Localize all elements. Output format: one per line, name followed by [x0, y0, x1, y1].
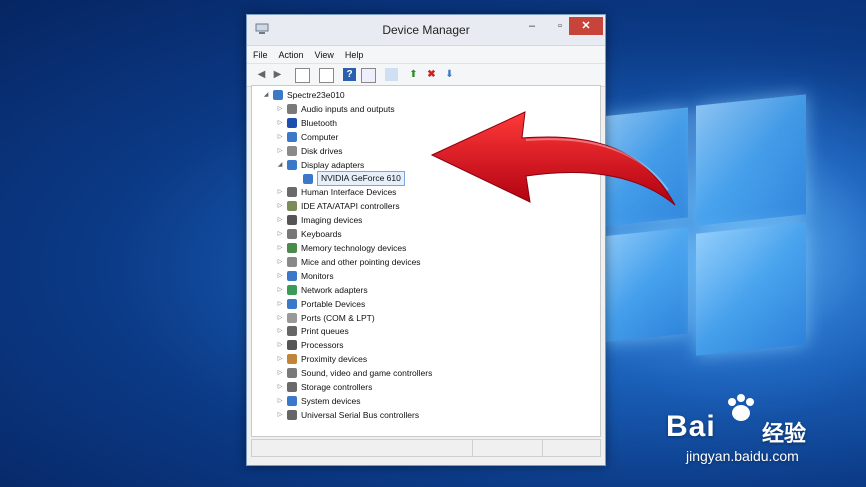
- update-driver-icon[interactable]: [319, 68, 334, 83]
- tree-item-label: Proximity devices: [301, 354, 368, 365]
- toolbar: ◀ ▶ ? ⬆ ✖ ⬇: [247, 64, 605, 87]
- device-category-icon: [287, 201, 297, 212]
- device-category-icon: [287, 131, 297, 142]
- enable-device-icon[interactable]: ⬇: [443, 68, 456, 81]
- expand-icon[interactable]: ▷: [276, 185, 284, 199]
- expand-icon[interactable]: ▷: [276, 338, 284, 352]
- show-hidden-icon[interactable]: [361, 68, 376, 83]
- forward-icon[interactable]: ▶: [271, 68, 284, 81]
- tree-item-label: Human Interface Devices: [301, 187, 397, 198]
- watermark-brand-cn: 经验: [762, 421, 807, 446]
- device-category-icon: [287, 326, 297, 337]
- back-icon[interactable]: ◀: [255, 68, 268, 81]
- expand-icon[interactable]: ▷: [276, 380, 284, 394]
- watermark-brand: Bai: [666, 410, 716, 443]
- minimize-button[interactable]: –: [519, 17, 545, 35]
- tree-item-label: Memory technology devices: [301, 243, 407, 253]
- properties-icon[interactable]: [295, 68, 310, 83]
- collapse-icon[interactable]: ◢: [262, 88, 270, 102]
- device-category-icon: [287, 187, 297, 198]
- status-bar: [251, 439, 601, 457]
- tree-item-label: Ports (COM & LPT): [301, 312, 375, 323]
- device-category-icon: [287, 340, 297, 351]
- tree-item-label: NVIDIA GeForce 610: [317, 170, 405, 186]
- device-category-icon: [287, 104, 297, 114]
- tree-item-label: Display adapters: [301, 159, 365, 170]
- expand-icon[interactable]: ▷: [276, 297, 284, 311]
- tree-item-label: Print queues: [301, 326, 349, 337]
- device-category-icon: [287, 159, 297, 170]
- tree-item-label: Computer: [301, 131, 339, 142]
- expand-icon[interactable]: ▷: [276, 352, 284, 366]
- menu-file[interactable]: File: [253, 50, 268, 60]
- expand-icon[interactable]: ▷: [276, 227, 284, 241]
- tree-item-label: Audio inputs and outputs: [301, 104, 395, 114]
- device-category-icon: [287, 256, 297, 267]
- tree-item-label: Sound, video and game controllers: [301, 368, 433, 379]
- device-category-icon: [287, 270, 297, 281]
- device-manager-window: Device Manager – ▫ ✕ File Action View He…: [246, 14, 606, 466]
- menu-help[interactable]: Help: [345, 50, 364, 60]
- expand-icon[interactable]: ▷: [276, 102, 284, 116]
- tree-item-label: Imaging devices: [301, 215, 363, 226]
- help-icon[interactable]: ?: [343, 68, 356, 81]
- expand-icon[interactable]: ▷: [276, 116, 284, 130]
- device-category-icon: [287, 229, 297, 240]
- watermark-url: jingyan.baidu.com: [686, 448, 799, 464]
- tree-item-label: Bluetooth: [301, 117, 337, 128]
- device-category-icon: [287, 354, 297, 365]
- device-category-icon: [287, 312, 297, 323]
- computer-icon: [273, 90, 283, 100]
- scan-hardware-icon[interactable]: [385, 68, 398, 81]
- expand-icon[interactable]: ▷: [276, 199, 284, 213]
- tree-item-label: System devices: [301, 395, 361, 406]
- expand-icon[interactable]: ▷: [276, 366, 284, 380]
- device-category-icon: [287, 298, 297, 309]
- device-category-icon: [287, 368, 297, 379]
- tree-item-label: Disk drives: [301, 145, 343, 156]
- expand-icon[interactable]: ▷: [276, 144, 284, 158]
- expand-icon[interactable]: ▷: [276, 408, 284, 422]
- device-category-icon: [287, 395, 297, 406]
- uninstall-icon[interactable]: ✖: [425, 68, 438, 81]
- device-category-icon: [303, 173, 313, 184]
- device-category-icon: [287, 409, 297, 420]
- expand-icon[interactable]: ▷: [276, 241, 284, 255]
- expand-icon[interactable]: ▷: [276, 283, 284, 297]
- collapse-icon[interactable]: ◢: [276, 158, 284, 172]
- tree-item-label: IDE ATA/ATAPI controllers: [301, 201, 400, 212]
- tree-item-label: Storage controllers: [301, 382, 373, 392]
- expand-icon[interactable]: ▷: [276, 255, 284, 269]
- menu-bar: File Action View Help: [247, 46, 605, 64]
- device-category-icon: [287, 382, 297, 392]
- expand-icon[interactable]: ▷: [276, 130, 284, 144]
- device-category-icon: [287, 243, 297, 253]
- tree-item-label: Mice and other pointing devices: [301, 256, 421, 267]
- title-bar[interactable]: Device Manager – ▫ ✕: [247, 15, 605, 46]
- red-arrow-annotation: [430, 111, 676, 206]
- baidu-paw-icon: [728, 394, 754, 421]
- device-category-icon: [287, 145, 297, 156]
- menu-view[interactable]: View: [315, 50, 334, 60]
- update-icon[interactable]: ⬆: [407, 68, 420, 81]
- menu-action[interactable]: Action: [279, 50, 304, 60]
- expand-icon[interactable]: ▷: [276, 311, 284, 325]
- expand-icon[interactable]: ▷: [276, 213, 284, 227]
- device-category-icon: [287, 117, 297, 128]
- expand-icon[interactable]: ▷: [276, 269, 284, 283]
- tree-item-label: Keyboards: [301, 229, 342, 240]
- expand-icon[interactable]: ▷: [276, 394, 284, 408]
- device-category-icon: [287, 215, 297, 226]
- tree-item-label: Processors: [301, 340, 344, 351]
- device-category-icon: [287, 284, 297, 295]
- tree-item-label: Universal Serial Bus controllers: [301, 409, 420, 420]
- tree-item-label: Network adapters: [301, 284, 368, 295]
- tree-item-label: Monitors: [301, 270, 334, 281]
- expand-icon[interactable]: ▷: [276, 324, 284, 338]
- tree-item-label: Portable Devices: [301, 298, 366, 309]
- close-button[interactable]: ✕: [569, 17, 603, 35]
